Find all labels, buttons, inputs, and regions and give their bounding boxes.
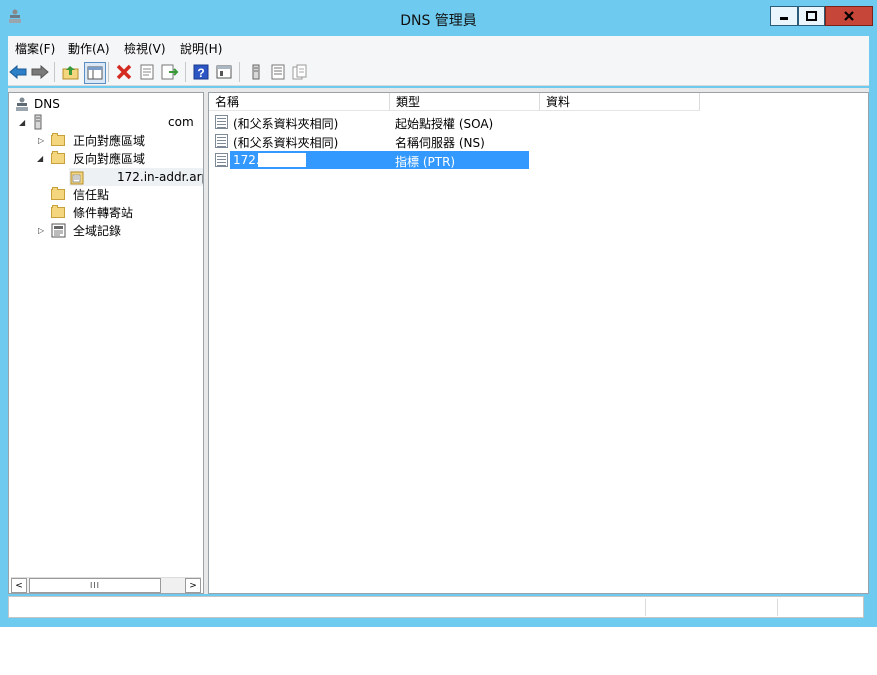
status-divider — [777, 599, 778, 616]
tree-label-trust-points: 信任點 — [73, 187, 110, 202]
mmc-console-icon — [216, 65, 232, 79]
expand-arrow-icon[interactable]: ▷ — [38, 136, 44, 145]
record-name: (和父系資料夾相同) — [233, 117, 339, 131]
show-hide-tree-button[interactable] — [84, 62, 106, 84]
forward-button[interactable] — [30, 62, 50, 82]
refresh-button[interactable] — [290, 62, 310, 82]
scroll-left-button[interactable]: < — [11, 578, 27, 593]
back-arrow-icon — [9, 65, 27, 79]
title-bar[interactable]: DNS 管理員 — [0, 0, 877, 36]
minimize-button[interactable] — [770, 6, 798, 26]
minimize-icon — [780, 17, 788, 20]
collapse-arrow-icon[interactable]: ◢ — [19, 118, 25, 127]
menu-action[interactable]: 動作(A) — [68, 40, 110, 57]
forward-arrow-icon — [31, 65, 49, 79]
properties-button[interactable] — [137, 62, 157, 82]
redacted-server-name — [49, 114, 159, 130]
menu-bar: 檔案(F) 動作(A) 檢視(V) 說明(H) — [8, 36, 869, 58]
console-tree: DNS ◢ com ▷ 正向對應區域 ◢ 反向對應區域 172.in-addr.… — [8, 92, 204, 594]
tree-label-reverse-zone-item: 172.in-addr.arp — [117, 170, 204, 184]
toolbar-separator — [54, 62, 55, 82]
maximize-button[interactable] — [798, 6, 825, 26]
workspace: DNS ◢ com ▷ 正向對應區域 ◢ 反向對應區域 172.in-addr.… — [8, 88, 869, 594]
menu-file[interactable]: 檔案(F) — [15, 40, 55, 57]
expand-arrow-icon[interactable]: ▷ — [38, 226, 44, 235]
folder-icon — [51, 132, 65, 146]
window-title: DNS 管理員 — [400, 13, 477, 29]
tree-node-reverse-zone-item[interactable]: 172.in-addr.arp — [69, 168, 203, 186]
status-bar — [8, 596, 864, 618]
toolbar-separator — [185, 62, 186, 82]
column-header-type[interactable]: 類型 — [390, 93, 540, 111]
record-icon — [215, 134, 228, 148]
record-row[interactable]: (和父系資料夾相同) 名稱伺服器 (NS) — [213, 132, 863, 150]
refresh-icon — [292, 64, 307, 80]
close-icon — [844, 11, 854, 21]
help-icon: ? — [193, 64, 209, 80]
tree-horizontal-scrollbar[interactable]: < III > — [11, 577, 201, 593]
server-icon — [34, 114, 42, 130]
tree-node-dns[interactable]: DNS — [15, 95, 60, 113]
column-header-data[interactable]: 資料 — [540, 93, 700, 111]
tree-label-conditional-forwarders: 條件轉寄站 — [73, 205, 134, 220]
record-icon — [215, 153, 228, 167]
up-one-level-button[interactable] — [61, 62, 81, 82]
tree-node-global-logs[interactable]: 全域記錄 — [51, 221, 121, 239]
record-icon — [215, 115, 228, 129]
menu-view[interactable]: 檢視(V) — [124, 40, 166, 57]
close-button[interactable] — [825, 6, 873, 26]
export-list-button[interactable] — [160, 62, 180, 82]
up-folder-icon — [62, 66, 79, 80]
record-type: 名稱伺服器 (NS) — [395, 136, 485, 150]
records-list: 名稱 類型 資料 (和父系資料夾相同) 起始點授權 (SOA) (和父系資料夾相… — [208, 92, 869, 594]
redacted-record-name — [258, 153, 306, 167]
tree-node-reverse-zones[interactable]: 反向對應區域 — [51, 149, 145, 167]
server-button[interactable] — [246, 62, 266, 82]
folder-icon — [51, 150, 65, 164]
tree-label-server: com — [168, 115, 194, 129]
dns-manager-window: DNS 管理員 檔案(F) 動作(A) 檢視(V) 說明(H) ? DNS ◢ … — [0, 0, 877, 627]
back-button[interactable] — [8, 62, 28, 82]
properties-icon — [140, 64, 154, 80]
delete-button[interactable] — [114, 62, 134, 82]
tree-label-forward-zones: 正向對應區域 — [73, 133, 146, 148]
maximize-icon — [805, 11, 817, 21]
tree-node-conditional-forwarders[interactable]: 條件轉寄站 — [51, 203, 133, 221]
tree-node-trust-points[interactable]: 信任點 — [51, 185, 109, 203]
toolbar-separator — [108, 62, 109, 82]
export-list-icon — [161, 64, 179, 80]
record-type: 起始點授權 (SOA) — [395, 117, 494, 131]
dns-root-icon — [16, 97, 28, 111]
toolbar: ? — [8, 58, 869, 86]
tree-label-reverse-zones: 反向對應區域 — [73, 151, 146, 166]
record-name: 172. — [233, 153, 260, 167]
delete-x-icon — [116, 64, 132, 80]
tree-node-server[interactable]: com — [33, 113, 194, 131]
record-row[interactable]: (和父系資料夾相同) 起始點授權 (SOA) — [213, 113, 863, 131]
event-log-icon — [51, 223, 66, 237]
menu-help[interactable]: 說明(H) — [180, 40, 222, 57]
record-name: (和父系資料夾相同) — [233, 136, 339, 150]
server-icon — [252, 64, 260, 80]
column-header-name[interactable]: 名稱 — [209, 93, 390, 111]
record-type: 指標 (PTR) — [395, 155, 456, 169]
tree-node-forward-zones[interactable]: 正向對應區域 — [51, 131, 145, 149]
tree-label-global-logs: 全域記錄 — [73, 223, 122, 238]
mmc-console-button[interactable] — [214, 62, 234, 82]
scroll-thumb[interactable]: III — [29, 578, 161, 593]
scroll-right-button[interactable]: > — [185, 578, 201, 593]
folder-icon — [51, 186, 65, 200]
record-row-selected[interactable]: 172. 指標 (PTR) — [213, 151, 863, 169]
show-tree-icon — [87, 66, 103, 80]
folder-icon — [51, 204, 65, 218]
collapse-arrow-icon[interactable]: ◢ — [37, 154, 43, 163]
svg-text:?: ? — [197, 66, 204, 80]
status-divider — [645, 599, 646, 616]
toolbar-separator — [239, 62, 240, 82]
zone-icon — [70, 171, 84, 184]
list-icon — [271, 64, 285, 80]
list-button[interactable] — [268, 62, 288, 82]
tree-label-dns: DNS — [34, 97, 60, 111]
help-button[interactable]: ? — [191, 62, 211, 82]
